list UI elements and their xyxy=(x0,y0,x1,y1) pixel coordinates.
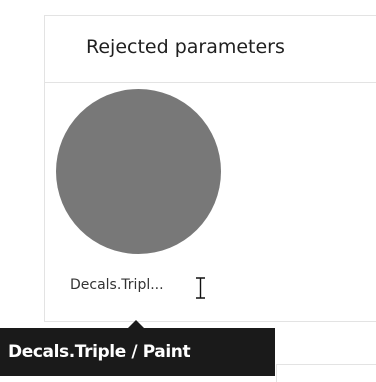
rejected-parameters-panel: Rejected parameters Decals.Tripl... xyxy=(44,15,376,322)
tooltip-text: Decals.Triple / Paint xyxy=(8,342,191,362)
next-panel-edge xyxy=(276,364,376,382)
text-cursor-icon xyxy=(196,277,205,299)
stage: Rejected parameters Decals.Tripl... Deca… xyxy=(0,0,376,382)
panel-title: Rejected parameters xyxy=(86,36,285,58)
panel-header: Rejected parameters xyxy=(45,16,376,83)
parameter-item[interactable]: Decals.Tripl... xyxy=(55,89,221,309)
tooltip-arrow xyxy=(128,320,144,328)
parameter-thumbnail[interactable] xyxy=(56,89,221,254)
tooltip: Decals.Triple / Paint xyxy=(0,328,275,376)
parameter-caption[interactable]: Decals.Tripl... xyxy=(70,275,164,295)
